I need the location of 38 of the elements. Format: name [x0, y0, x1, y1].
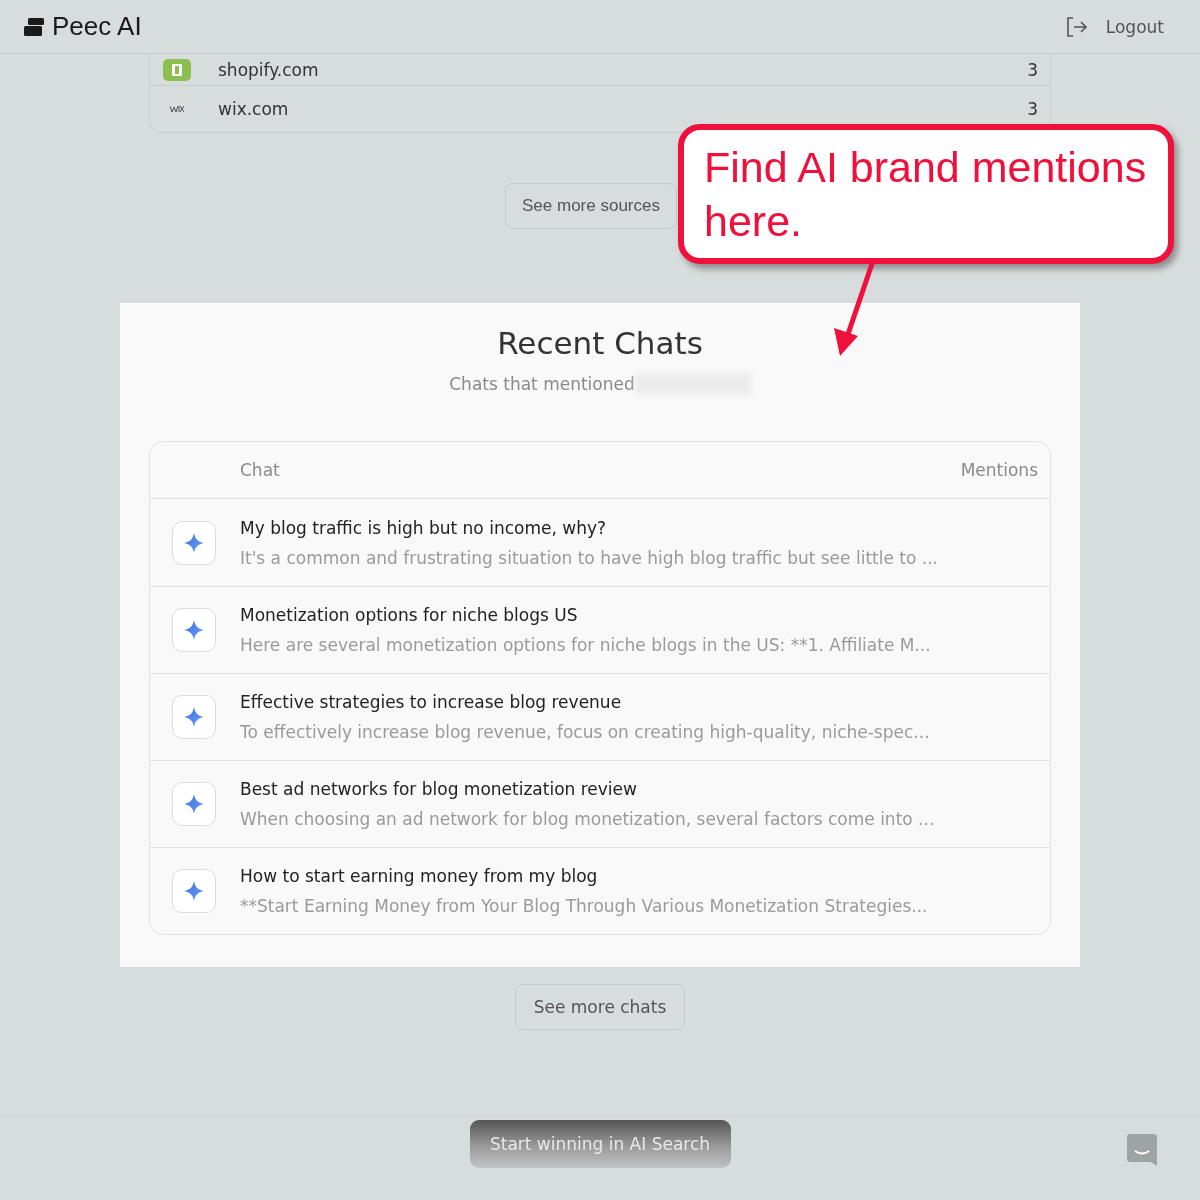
chat-title: Effective strategies to increase blog revenue — [240, 692, 623, 712]
chat-preview: It's a common and frustrating situation to have high blog traffic but see little to ... — [240, 548, 938, 568]
section-subtitle: Chats that mentioned — [449, 374, 635, 394]
chat-row[interactable]: Best ad networks for blog monetization review When choosing an ad network for blog monetization, several factors come into ... — [150, 760, 1050, 847]
brand-name: Peec AI — [52, 11, 142, 42]
column-header: Mentions — [960, 460, 1038, 480]
source-domain: shopify.com — [218, 60, 320, 80]
bag-logo-icon — [163, 59, 191, 81]
see-more-chats-button[interactable]: See more chats — [514, 984, 686, 1030]
chat-row[interactable]: My blog traffic is high but no income, why? It's a common and frustrating situation to have high blog traffic but see little to ... — [150, 499, 1050, 586]
chat-title: My blog traffic is high but no income, why? — [240, 518, 607, 538]
see-more-sources-button[interactable]: See more sources — [505, 183, 677, 229]
sparkle-icon — [184, 620, 204, 640]
chat-bubble-icon[interactable] — [1127, 1134, 1157, 1166]
section-title: Recent Chats — [497, 325, 703, 361]
logout-button[interactable]: Logout — [1065, 16, 1164, 37]
chat-preview: **Start Earning Money from Your Blog Through Various Monetization Strategies... — [240, 896, 928, 916]
source-count: 3 — [1027, 99, 1038, 119]
chat-title: How to start earning money from my blog — [240, 866, 599, 886]
wordmark-logo-icon — [170, 106, 184, 112]
logout-icon — [1065, 16, 1088, 37]
chat-preview: To effectively increase blog revenue, focus on creating high-quality, niche-spec... — [240, 722, 930, 742]
chat-preview: Here are several monetization options for niche blogs in the US: **1. Affiliate M... — [240, 635, 931, 655]
sparkle-icon — [184, 707, 204, 727]
sparkle-icon — [184, 794, 204, 814]
sparkle-icon — [184, 533, 204, 553]
chat-title: Monetization options for niche blogs US — [240, 605, 579, 625]
callout-text: Find AI brand mentions here. — [704, 142, 1148, 247]
logo-icon — [24, 17, 44, 36]
source-count: 3 — [1027, 60, 1038, 80]
sparkle-icon — [184, 881, 204, 901]
column-header: Chat — [240, 460, 280, 480]
chat-title: Best ad networks for blog monetization review — [240, 779, 638, 799]
chat-row[interactable]: Effective strategies to increase blog revenue To effectively increase blog revenue, focus on creating high-quality, niche-spec... — [150, 673, 1050, 760]
chat-row[interactable]: How to start earning money from my blog **Start Earning Money from Your Blog Through Various Monetization Strategies... — [150, 847, 1050, 934]
chat-row[interactable]: Monetization options for niche blogs US Here are several monetization options for niche blogs in the US: **1. Affiliate M... — [150, 586, 1050, 673]
chat-preview: When choosing an ad network for blog monetization, several factors come into ... — [240, 809, 935, 829]
source-domain: wix.com — [218, 99, 290, 119]
